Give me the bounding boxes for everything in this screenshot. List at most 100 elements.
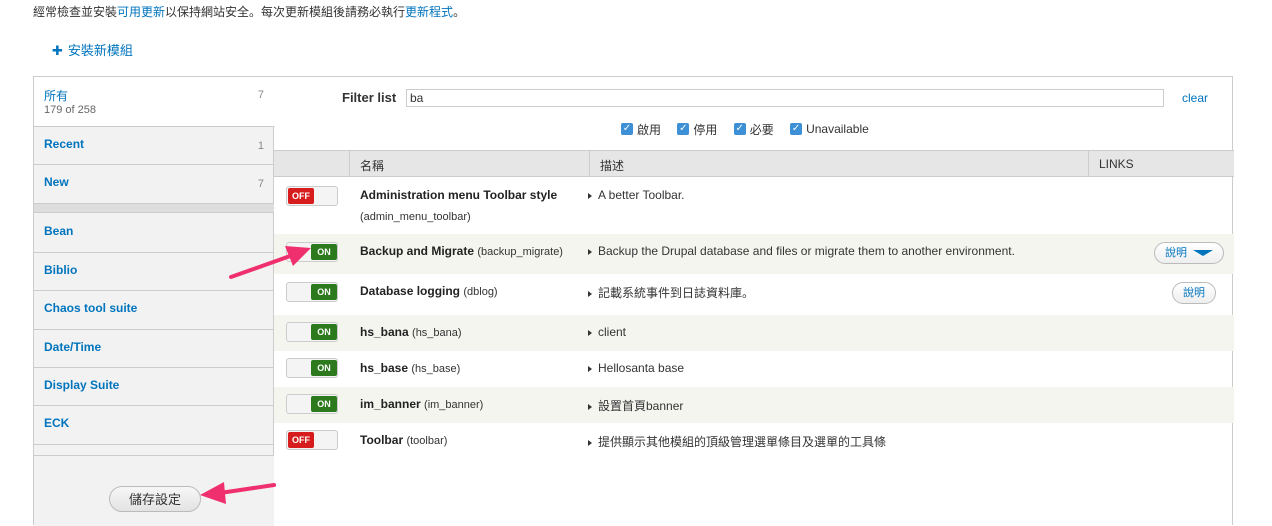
- annotation-arrow-icon: [200, 482, 276, 504]
- column-divider: [589, 151, 590, 176]
- toggle-state-label: OFF: [288, 432, 314, 448]
- module-machine-name: (im_banner): [424, 399, 484, 411]
- module-toggle-switch[interactable]: OFF: [286, 430, 338, 450]
- sidebar-item-date-time[interactable]: Date/Time: [34, 330, 274, 368]
- module-description[interactable]: 提供顯示其他模組的頂級管理選單條目及選單的工具條: [588, 433, 886, 450]
- plus-icon: ✚: [52, 43, 63, 58]
- required-checkbox[interactable]: ✓ 必要: [733, 121, 774, 138]
- sidebar-item-eck[interactable]: ECK: [34, 406, 274, 445]
- sidebar-item-chaos-tool-suite[interactable]: Chaos tool suite: [34, 291, 274, 330]
- module-description[interactable]: A better Toolbar.: [588, 188, 685, 202]
- module-machine-name: (hs_base): [411, 363, 461, 375]
- module-toggle-switch[interactable]: ON: [286, 358, 338, 378]
- sidebar-item-all-summary: 179 of 258: [44, 104, 96, 116]
- module-machine-name: (admin_menu_toolbar): [360, 211, 471, 223]
- unavailable-checkbox[interactable]: ✓ Unavailable: [790, 122, 869, 136]
- sidebar-item-label: Date/Time: [44, 340, 102, 354]
- column-header-description[interactable]: 描述: [600, 157, 624, 174]
- module-name: hs_base (hs_base): [360, 361, 460, 375]
- help-label: 說明: [1183, 287, 1205, 299]
- sidebar-item-label: ECK: [44, 416, 70, 430]
- sidebar-item-label: New: [44, 175, 69, 189]
- save-settings-button[interactable]: 儲存設定: [109, 486, 201, 512]
- module-title: Administration menu Toolbar style: [360, 188, 558, 202]
- sidebar-item-label: Bean: [44, 224, 74, 238]
- expand-triangle-icon: [588, 329, 592, 336]
- update-script-link[interactable]: 更新程式: [405, 5, 453, 19]
- sidebar-item-display-suite[interactable]: Display Suite: [34, 368, 274, 406]
- help-dropdown-button[interactable]: 說明: [1154, 242, 1224, 264]
- column-header-name[interactable]: 名稱: [360, 157, 384, 174]
- module-name: Backup and Migrate (backup_migrate): [360, 244, 563, 258]
- toggle-state-label: ON: [311, 396, 337, 412]
- toggle-state-label: ON: [311, 284, 337, 300]
- module-description-text: 設置首頁banner: [598, 399, 684, 413]
- dropdown-caret-icon: [1193, 250, 1213, 257]
- help-button[interactable]: 說明: [1172, 282, 1216, 304]
- module-description-text: Hellosanta base: [598, 361, 685, 375]
- checkbox-checked-icon: ✓: [790, 123, 803, 135]
- filter-list-input[interactable]: [406, 89, 1164, 107]
- help-label: 說明: [1165, 247, 1187, 259]
- sidebar-item-all-label: 所有: [44, 89, 69, 103]
- toggle-state-label: ON: [311, 324, 337, 340]
- checkbox-checked-icon: ✓: [677, 123, 690, 135]
- table-row: ON Backup and Migrate (backup_migrate) B…: [274, 234, 1234, 274]
- module-machine-name: (backup_migrate): [477, 246, 563, 258]
- module-title: hs_bana: [360, 325, 409, 339]
- annotation-arrow-icon: [229, 246, 311, 279]
- toggle-state-label: ON: [311, 360, 337, 376]
- checkbox-label: 停用: [693, 122, 718, 137]
- module-description[interactable]: client: [588, 325, 626, 339]
- available-updates-link[interactable]: 可用更新: [117, 5, 165, 19]
- checkbox-label: 啟用: [637, 122, 662, 137]
- enabled-checkbox[interactable]: ✓ 啟用: [621, 121, 661, 138]
- module-description-text: Backup the Drupal database and files or …: [598, 244, 1015, 258]
- sidebar-item-label: Biblio: [44, 263, 78, 277]
- module-description[interactable]: Backup the Drupal database and files or …: [588, 244, 1015, 258]
- column-header-links: LINKS: [1099, 157, 1134, 171]
- module-machine-name: (dblog): [463, 286, 498, 298]
- module-toggle-switch[interactable]: ON: [286, 394, 338, 414]
- disabled-checkbox[interactable]: ✓ 停用: [677, 121, 717, 138]
- module-name: im_banner (im_banner): [360, 397, 483, 411]
- module-description[interactable]: Hellosanta base: [588, 361, 684, 375]
- category-sidebar: 所有 179 of 258 7 Recent 1 New 7 Bean Bibl…: [34, 77, 275, 526]
- module-table-header: 名稱 描述 LINKS: [274, 150, 1234, 177]
- module-machine-name-line: (admin_menu_toolbar): [360, 209, 471, 223]
- filter-list-label: Filter list: [342, 90, 397, 105]
- sidebar-item-label: Recent: [44, 137, 85, 151]
- module-title: hs_base: [360, 361, 409, 375]
- checkbox-label: Unavailable: [806, 122, 869, 136]
- install-new-module-label: 安裝新模組: [67, 43, 133, 58]
- sidebar-item-all[interactable]: 所有 179 of 258 7: [34, 77, 275, 127]
- module-title: Database logging: [360, 284, 461, 298]
- module-description[interactable]: 記載系統事件到日誌資料庫。: [588, 284, 754, 301]
- sidebar-item-new[interactable]: New 7: [34, 165, 274, 204]
- sidebar-item-label: Chaos tool suite: [44, 301, 138, 315]
- module-description-text: A better Toolbar.: [598, 188, 685, 202]
- module-name: Toolbar (toolbar): [360, 433, 447, 447]
- module-machine-name: (toolbar): [406, 435, 448, 447]
- module-description-text: 記載系統事件到日誌資料庫。: [598, 286, 755, 300]
- checkbox-checked-icon: ✓: [733, 123, 746, 135]
- module-toggle-switch[interactable]: OFF: [286, 186, 338, 206]
- module-description-text: 提供顯示其他模組的頂級管理選單條目及選單的工具條: [598, 435, 887, 449]
- table-row: ON Database logging (dblog) 記載系統事件到日誌資料庫…: [274, 274, 1234, 315]
- install-new-module-link[interactable]: ✚ 安裝新模組: [52, 40, 133, 59]
- expand-triangle-icon: [588, 248, 592, 255]
- sidebar-divider: [34, 204, 274, 213]
- table-row: ON hs_bana (hs_bana) client: [274, 315, 1234, 351]
- table-row: OFF Toolbar (toolbar) 提供顯示其他模組的頂級管理選單條目及…: [274, 423, 1234, 459]
- module-machine-name: (hs_bana): [412, 327, 462, 339]
- module-description[interactable]: 設置首頁banner: [588, 397, 683, 414]
- module-title: Toolbar: [360, 433, 404, 447]
- module-toggle-switch[interactable]: ON: [286, 282, 338, 302]
- module-name: Database logging (dblog): [360, 284, 498, 298]
- sidebar-item-recent[interactable]: Recent 1: [34, 127, 274, 165]
- expand-triangle-icon: [588, 290, 592, 297]
- module-toggle-switch[interactable]: ON: [286, 322, 338, 342]
- clear-filter-link[interactable]: clear: [1182, 91, 1208, 105]
- expand-triangle-icon: [588, 403, 592, 410]
- module-list-area: Filter list clear ✓啟用 ✓停用 ✓必要 ✓Unavailab…: [274, 77, 1234, 526]
